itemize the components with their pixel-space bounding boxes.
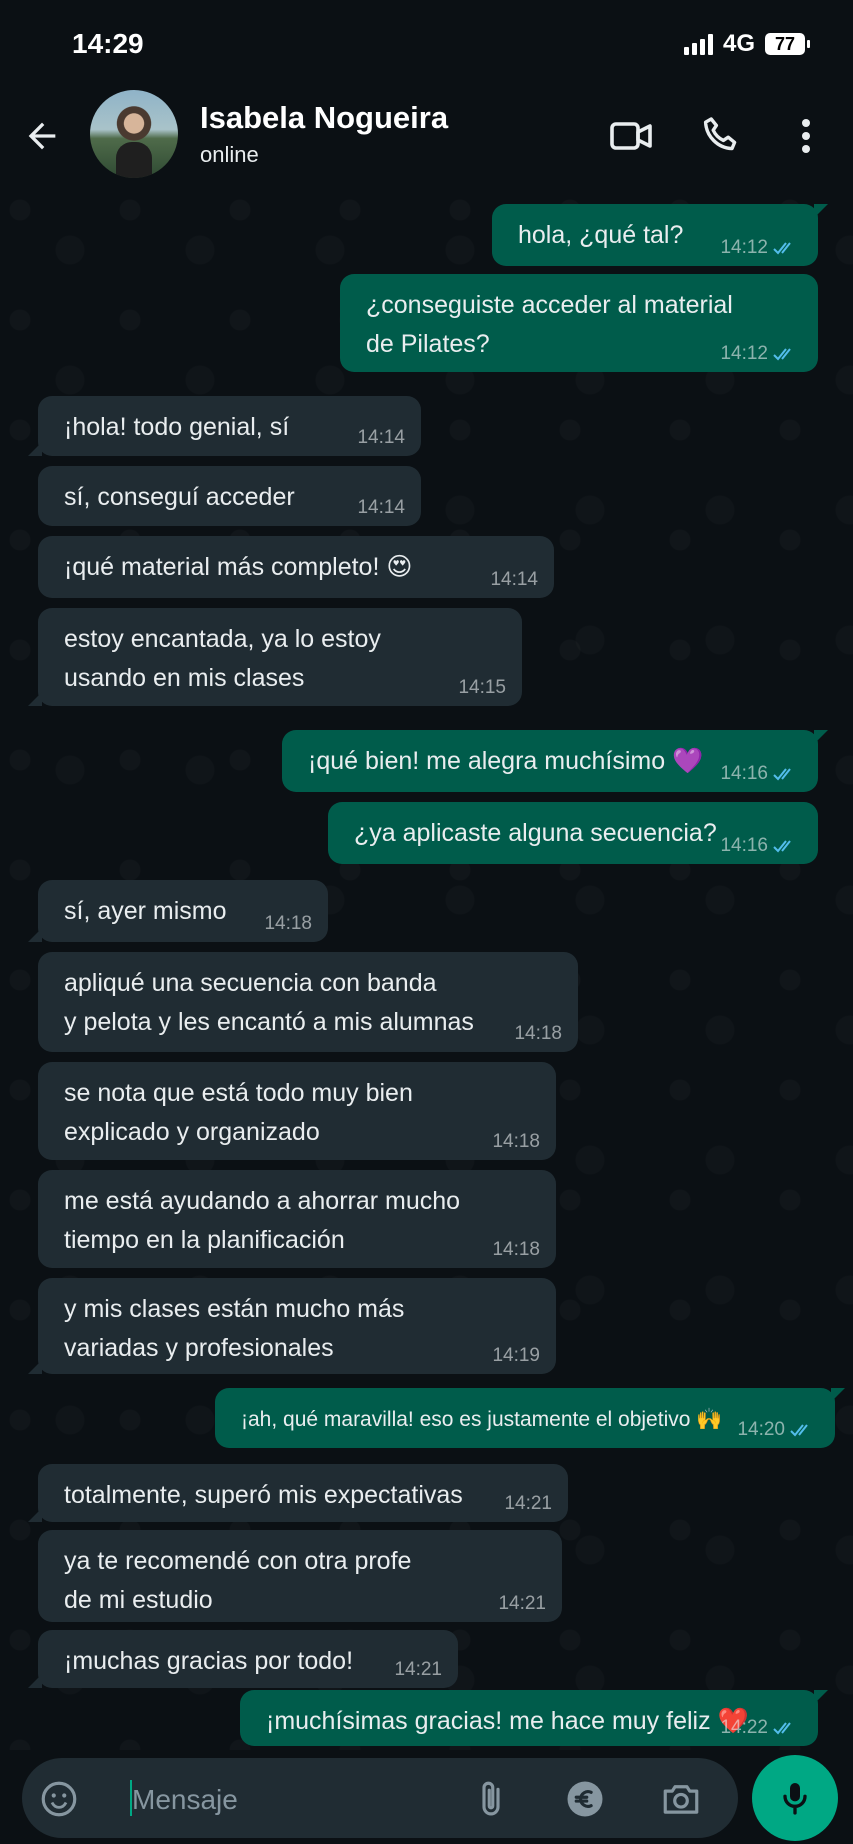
message-bubble-outgoing[interactable]: ¡qué bien! me alegra muchísimo 💜 14:16 — [282, 730, 828, 792]
camera-icon[interactable] — [660, 1778, 702, 1820]
message-text: estoy encantada, ya lo estoy usando en m… — [64, 625, 381, 692]
message-bubble-outgoing[interactable]: ¿ya aplicaste alguna secuencia? 14:16 — [328, 802, 818, 864]
message-time: 14:18 — [492, 1239, 540, 1260]
message-time: 14:12 — [720, 343, 768, 364]
video-call-icon[interactable] — [608, 112, 656, 160]
read-ticks-icon — [773, 840, 791, 853]
message-time: 14:14 — [357, 497, 405, 518]
read-ticks-icon — [773, 1722, 791, 1735]
message-time: 14:21 — [504, 1493, 552, 1514]
battery-level: 77 — [774, 33, 796, 54]
message-bubble-incoming[interactable]: ¡hola! todo genial, sí 14:14 — [28, 396, 421, 456]
message-bubble-outgoing[interactable]: ¡muchísimas gracias! me hace muy feliz ❤… — [240, 1690, 828, 1746]
chat-header: Isabela Nogueira online — [0, 90, 853, 190]
message-time: 14:14 — [357, 427, 405, 448]
message-input[interactable]: Mensaje — [22, 1758, 738, 1838]
message-time: 14:18 — [492, 1131, 540, 1152]
message-bubble-outgoing[interactable]: ¡ah, qué maravilla! eso es justamente el… — [215, 1388, 845, 1448]
message-bubble-incoming[interactable]: apliqué una secuencia con banda y pelota… — [38, 952, 578, 1052]
more-vert-icon[interactable] — [782, 112, 830, 160]
message-bubble-incoming[interactable]: y mis clases están mucho más variadas y … — [28, 1278, 556, 1374]
phone-icon[interactable] — [698, 112, 746, 160]
message-bubble-incoming[interactable]: totalmente, superó mis expectativas 14:2… — [28, 1464, 568, 1522]
battery-icon: 77 — [765, 33, 810, 55]
message-text: ¡hola! todo genial, sí — [64, 413, 290, 441]
message-time: 14:20 — [737, 1419, 785, 1440]
message-bubble-incoming[interactable]: sí, ayer mismo 14:18 — [28, 880, 328, 942]
read-ticks-icon — [773, 242, 791, 255]
input-placeholder: Mensaje — [132, 1784, 238, 1815]
message-bubble-incoming[interactable]: me está ayudando a ahorrar mucho tiempo … — [38, 1170, 556, 1268]
message-bubble-incoming[interactable]: ¡qué material más completo! 😍 14:14 — [38, 536, 554, 598]
status-indicators: 4G 77 — [683, 30, 810, 58]
message-text: ¡muchas gracias por todo! — [64, 1647, 354, 1675]
signal-icon — [683, 33, 713, 55]
message-time: 14:21 — [498, 1593, 546, 1614]
network-type: 4G — [722, 30, 755, 57]
euro-icon[interactable] — [564, 1778, 606, 1820]
message-list[interactable]: hola, ¿qué tal? 14:12 ¿conseguiste acced… — [0, 190, 853, 1750]
message-time: 14:21 — [394, 1659, 442, 1680]
read-ticks-icon — [773, 348, 791, 361]
message-time: 14:19 — [492, 1345, 540, 1366]
composer-bar: Mensaje — [0, 1750, 853, 1844]
message-time: 14:22 — [720, 1717, 768, 1738]
message-text: apliqué una secuencia con banda y pelota… — [64, 969, 474, 1036]
read-ticks-icon — [773, 768, 791, 781]
message-time: 14:18 — [514, 1023, 562, 1044]
contact-status: online — [200, 142, 259, 167]
message-text: ya te recomendé con otra profe de mi est… — [64, 1547, 412, 1614]
status-bar: 14:29 4G 77 — [0, 0, 853, 90]
message-text: se nota que está todo muy bien explicado… — [64, 1079, 413, 1146]
message-time: 14:15 — [458, 677, 506, 698]
message-bubble-incoming[interactable]: ya te recomendé con otra profe de mi est… — [38, 1530, 562, 1622]
message-text: ¡qué material más completo! 😍 — [64, 553, 413, 581]
back-arrow-icon[interactable] — [22, 116, 62, 156]
mic-button[interactable] — [752, 1755, 838, 1841]
message-text: sí, conseguí acceder — [64, 483, 295, 511]
message-time: 14:12 — [720, 237, 768, 258]
message-bubble-outgoing[interactable]: hola, ¿qué tal? 14:12 — [492, 204, 828, 266]
attach-icon[interactable] — [470, 1778, 512, 1820]
message-bubble-incoming[interactable]: estoy encantada, ya lo estoy usando en m… — [28, 608, 522, 706]
message-time: 14:16 — [720, 835, 768, 856]
message-text: me está ayudando a ahorrar mucho tiempo … — [64, 1187, 461, 1254]
message-text: y mis clases están mucho más variadas y … — [64, 1295, 405, 1362]
mic-icon — [783, 1783, 807, 1815]
avatar[interactable] — [90, 90, 178, 178]
emoji-icon[interactable] — [38, 1778, 80, 1820]
message-bubble-incoming[interactable]: sí, conseguí acceder 14:14 — [38, 466, 421, 526]
message-text: ¡ah, qué maravilla! eso es justamente el… — [241, 1408, 723, 1431]
message-time: 14:16 — [720, 763, 768, 784]
message-text: ¡muchísimas gracias! me hace muy feliz ❤… — [266, 1707, 749, 1735]
message-bubble-incoming[interactable]: se nota que está todo muy bien explicado… — [38, 1062, 556, 1160]
contact-name[interactable]: Isabela Nogueira — [200, 100, 448, 136]
message-time: 14:14 — [490, 569, 538, 590]
message-text: totalmente, superó mis expectativas — [64, 1481, 463, 1509]
status-time: 14:29 — [72, 28, 144, 59]
read-ticks-icon — [790, 1424, 808, 1437]
message-bubble-outgoing[interactable]: ¿conseguiste acceder al material de Pila… — [340, 274, 818, 372]
message-time: 14:18 — [264, 913, 312, 934]
message-bubble-incoming[interactable]: ¡muchas gracias por todo! 14:21 — [28, 1630, 458, 1688]
